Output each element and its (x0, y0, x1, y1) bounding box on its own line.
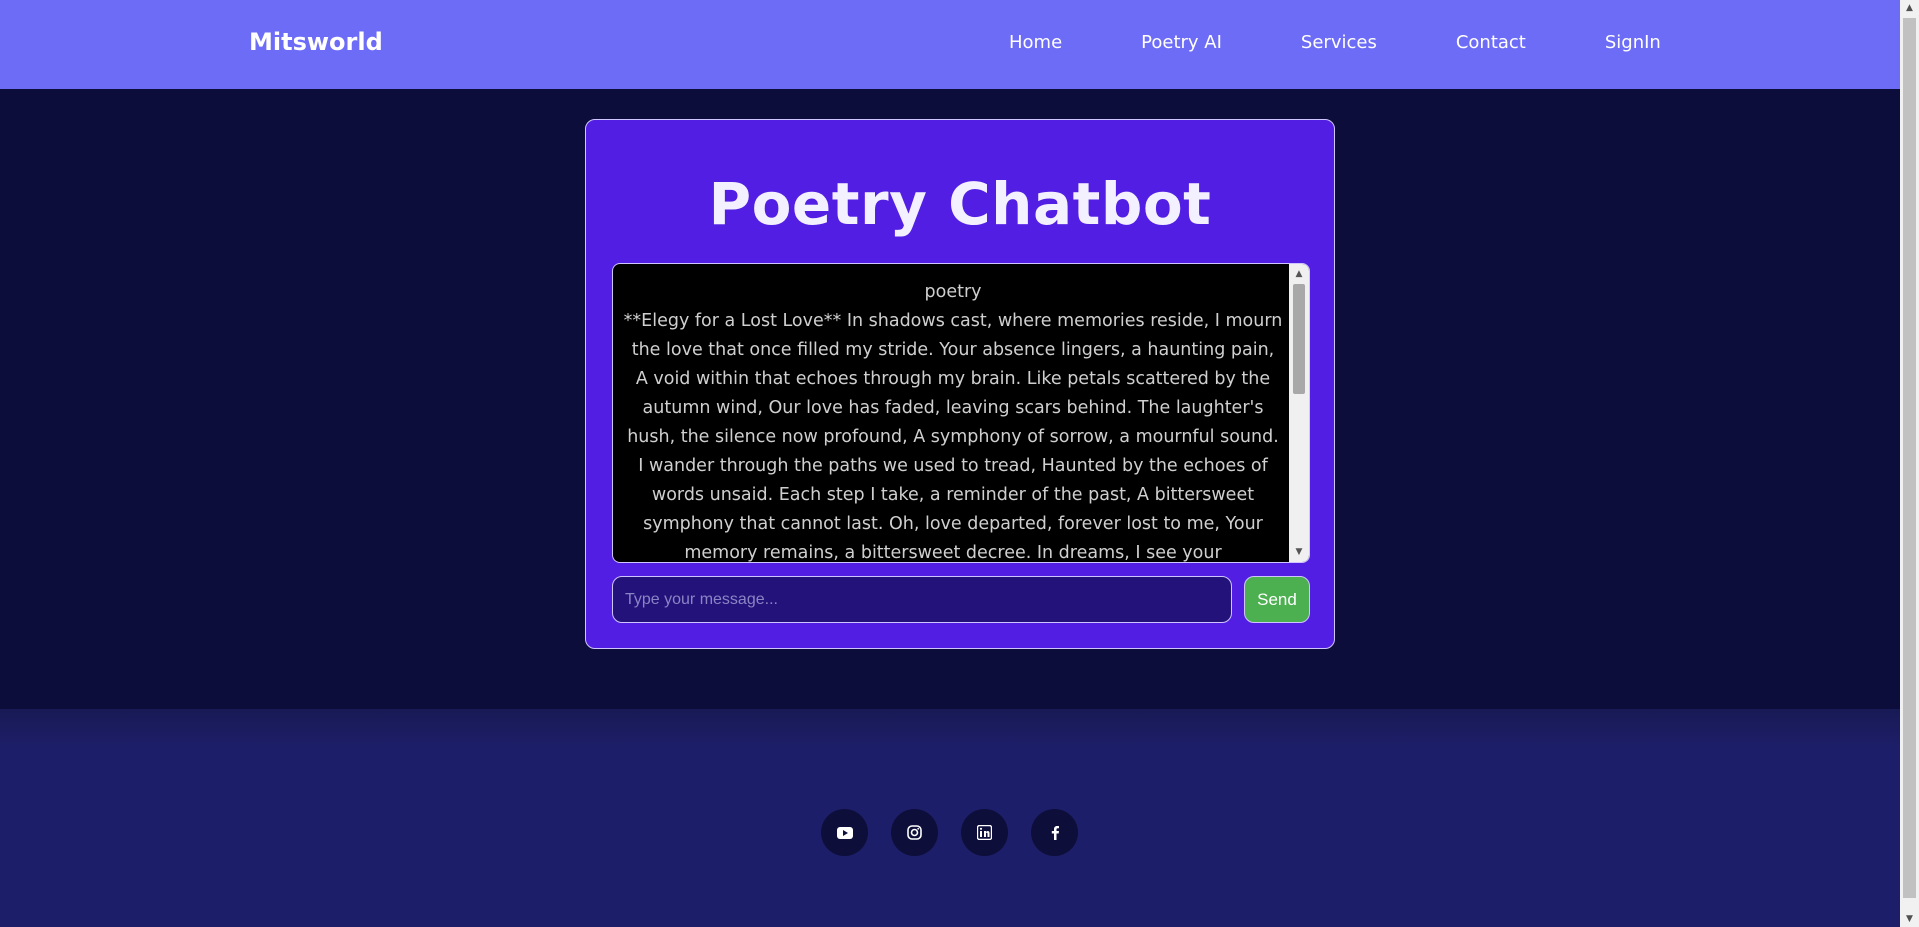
linkedin-link[interactable] (961, 809, 1008, 856)
message-text: **Elegy for a Lost Love** In shadows cas… (623, 311, 1283, 563)
social-links (821, 809, 1078, 856)
chat-scroll-thumb[interactable] (1293, 284, 1305, 394)
facebook-link[interactable] (1031, 809, 1078, 856)
youtube-icon (836, 826, 853, 839)
brand-logo[interactable]: Mitsworld (249, 28, 383, 56)
input-row: Send (612, 576, 1310, 624)
chat-scrollbar[interactable]: ▲ ▼ (1289, 264, 1309, 562)
send-button[interactable]: Send (1244, 576, 1310, 623)
instagram-link[interactable] (891, 809, 938, 856)
nav-link-services[interactable]: Services (1301, 32, 1377, 53)
linkedin-icon (977, 825, 992, 840)
chat-message: poetry **Elegy for a Lost Love** In shad… (623, 278, 1283, 563)
main-section: Poetry Chatbot poetry **Elegy for a Lost… (0, 89, 1900, 709)
chat-messages[interactable]: poetry **Elegy for a Lost Love** In shad… (612, 263, 1310, 563)
nav-link-poetry-ai[interactable]: Poetry AI (1141, 32, 1222, 53)
nav-links: Home Poetry AI Services Contact SignIn (1009, 32, 1661, 53)
nav-link-home[interactable]: Home (1009, 32, 1062, 53)
page-scroll-thumb[interactable] (1903, 18, 1916, 898)
facebook-icon (1050, 825, 1060, 840)
page-scroll-down-icon[interactable]: ▼ (1900, 911, 1919, 927)
navbar: Mitsworld Home Poetry AI Services Contac… (0, 0, 1900, 89)
instagram-icon (907, 825, 922, 840)
scroll-down-icon[interactable]: ▼ (1289, 544, 1309, 560)
message-input[interactable] (612, 576, 1232, 623)
footer (0, 709, 1900, 927)
youtube-link[interactable] (821, 809, 868, 856)
nav-link-contact[interactable]: Contact (1456, 32, 1526, 53)
chat-card: Poetry Chatbot poetry **Elegy for a Lost… (585, 119, 1335, 649)
page-scrollbar[interactable]: ▲ ▼ (1900, 0, 1919, 927)
page-title: Poetry Chatbot (708, 170, 1212, 238)
message-label: poetry (924, 282, 982, 302)
scroll-up-icon[interactable]: ▲ (1289, 266, 1309, 282)
page-scroll-up-icon[interactable]: ▲ (1900, 0, 1919, 16)
nav-link-signin[interactable]: SignIn (1605, 32, 1661, 53)
